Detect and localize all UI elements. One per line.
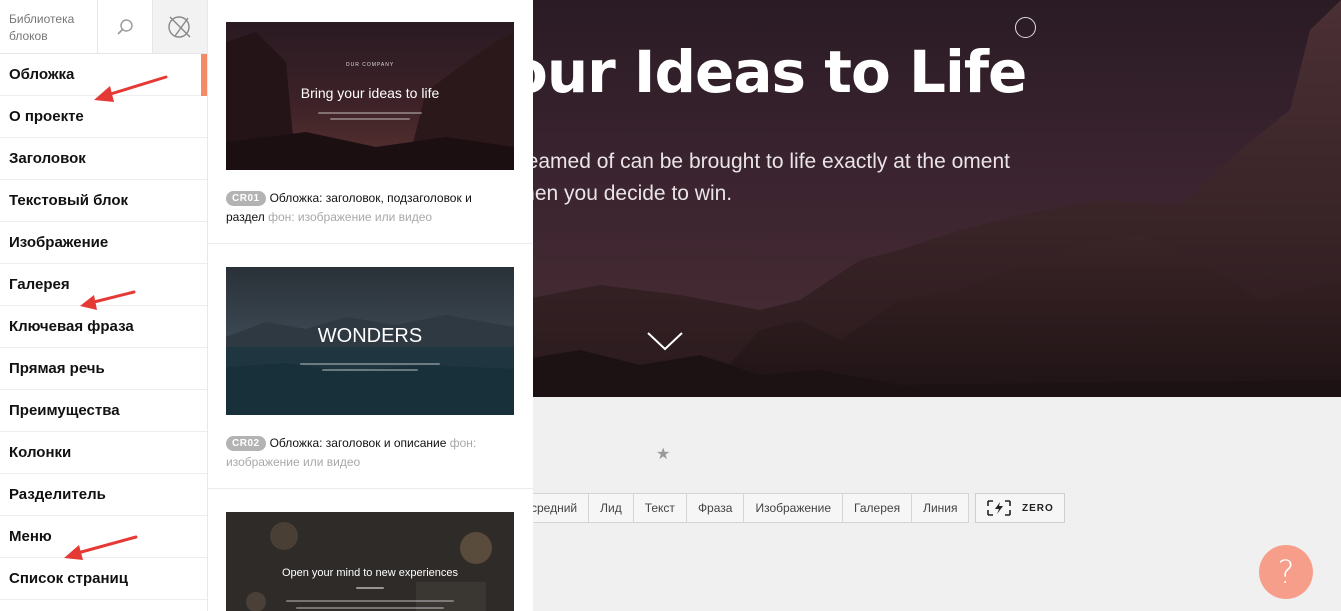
zero-label: ZERO [1022,502,1054,514]
block-caption-cr02: CR02 Обложка: заголовок и описание фон: и… [226,434,496,472]
sidebar-item-columns[interactable]: Колонки [0,432,207,474]
hero-title: our Ideas to Life [508,38,1027,106]
close-icon [168,15,191,38]
sidebar-item-text-block[interactable]: Текстовый блок [0,180,207,222]
thumb-text-line [322,369,418,371]
filter-line[interactable]: Линия [911,493,970,523]
help-button[interactable]: ? [1259,545,1313,599]
sidebar-item-page-list[interactable]: Список страниц [0,558,207,600]
sidebar-item-image[interactable]: Изображение [0,222,207,264]
desk-thumbnail-image [226,512,514,611]
block-catalog-panel: OUR COMPANY Bring your ideas to life CR0… [208,0,533,611]
block-card-3[interactable]: Open your mind to new experiences [208,489,533,611]
circle-icon[interactable] [1015,17,1036,38]
sidebar-title: Библиотека блоков [9,12,75,43]
block-name: Обложка: заголовок и описание [269,436,447,450]
block-preview-3[interactable]: Open your mind to new experiences [226,512,514,611]
zero-block-button[interactable]: ZERO [975,493,1065,523]
sidebar-item-heading[interactable]: Заголовок [0,138,207,180]
close-button[interactable] [152,0,207,53]
block-preview-cr01[interactable]: OUR COMPANY Bring your ideas to life [226,22,514,170]
annotation-arrow-icon [64,535,138,560]
sidebar-header: Библиотека блоков [0,0,207,54]
sidebar-item-key-phrase[interactable]: Ключевая фраза [0,306,207,348]
thumb-text-line [356,587,384,589]
block-preview-cr02[interactable]: WONDERS [226,267,514,415]
block-caption-cr01: CR01 Обложка: заголовок, подзаголовок и р… [226,189,496,227]
thumb-kicker: OUR COMPANY [345,62,395,68]
sidebar-item-features[interactable]: Преимущества [0,390,207,432]
sidebar-item-divider[interactable]: Разделитель [0,474,207,516]
thumb-title: Bring your ideas to life [300,85,440,101]
thumb-text-line [330,118,410,120]
zero-block-icon [987,500,1011,516]
sidebar-category-list: Обложка О проекте Заголовок Текстовый бл… [0,54,207,600]
block-background-note: фон: изображение или видео [268,210,433,224]
block-code-badge: CR02 [226,436,266,451]
thumb-text-line [318,112,422,114]
thumb-text-line [296,607,444,609]
thumb-title: WONDERS [317,325,423,347]
filter-image[interactable]: Изображение [743,493,844,523]
filter-text[interactable]: Текст [632,493,687,523]
block-code-badge: CR01 [226,191,266,206]
filter-lead[interactable]: Лид [588,493,634,523]
block-type-filter-bar: средний Лид Текст Фраза Изображение Гале… [519,493,970,523]
filter-gallery[interactable]: Галерея [842,493,913,523]
thumb-text-line [286,600,454,602]
search-button[interactable] [97,0,152,53]
star-icon[interactable]: ★ [656,444,670,464]
block-card-cr01[interactable]: OUR COMPANY Bring your ideas to life CR0… [208,0,533,244]
filter-phrase[interactable]: Фраза [685,493,745,523]
chevron-down-icon[interactable] [646,330,684,352]
annotation-arrow-icon [80,290,136,310]
search-icon [117,18,133,35]
sidebar-item-quote[interactable]: Прямая речь [0,348,207,390]
annotation-arrow-icon [94,75,168,102]
thumb-title: Open your mind to new experiences [281,567,459,579]
hero-subtitle: dreamed of can be brought to life exactl… [508,150,1010,205]
thumb-text-line [300,363,440,365]
block-card-cr02[interactable]: WONDERS CR02 Обложка: заголовок и описани… [208,244,533,489]
